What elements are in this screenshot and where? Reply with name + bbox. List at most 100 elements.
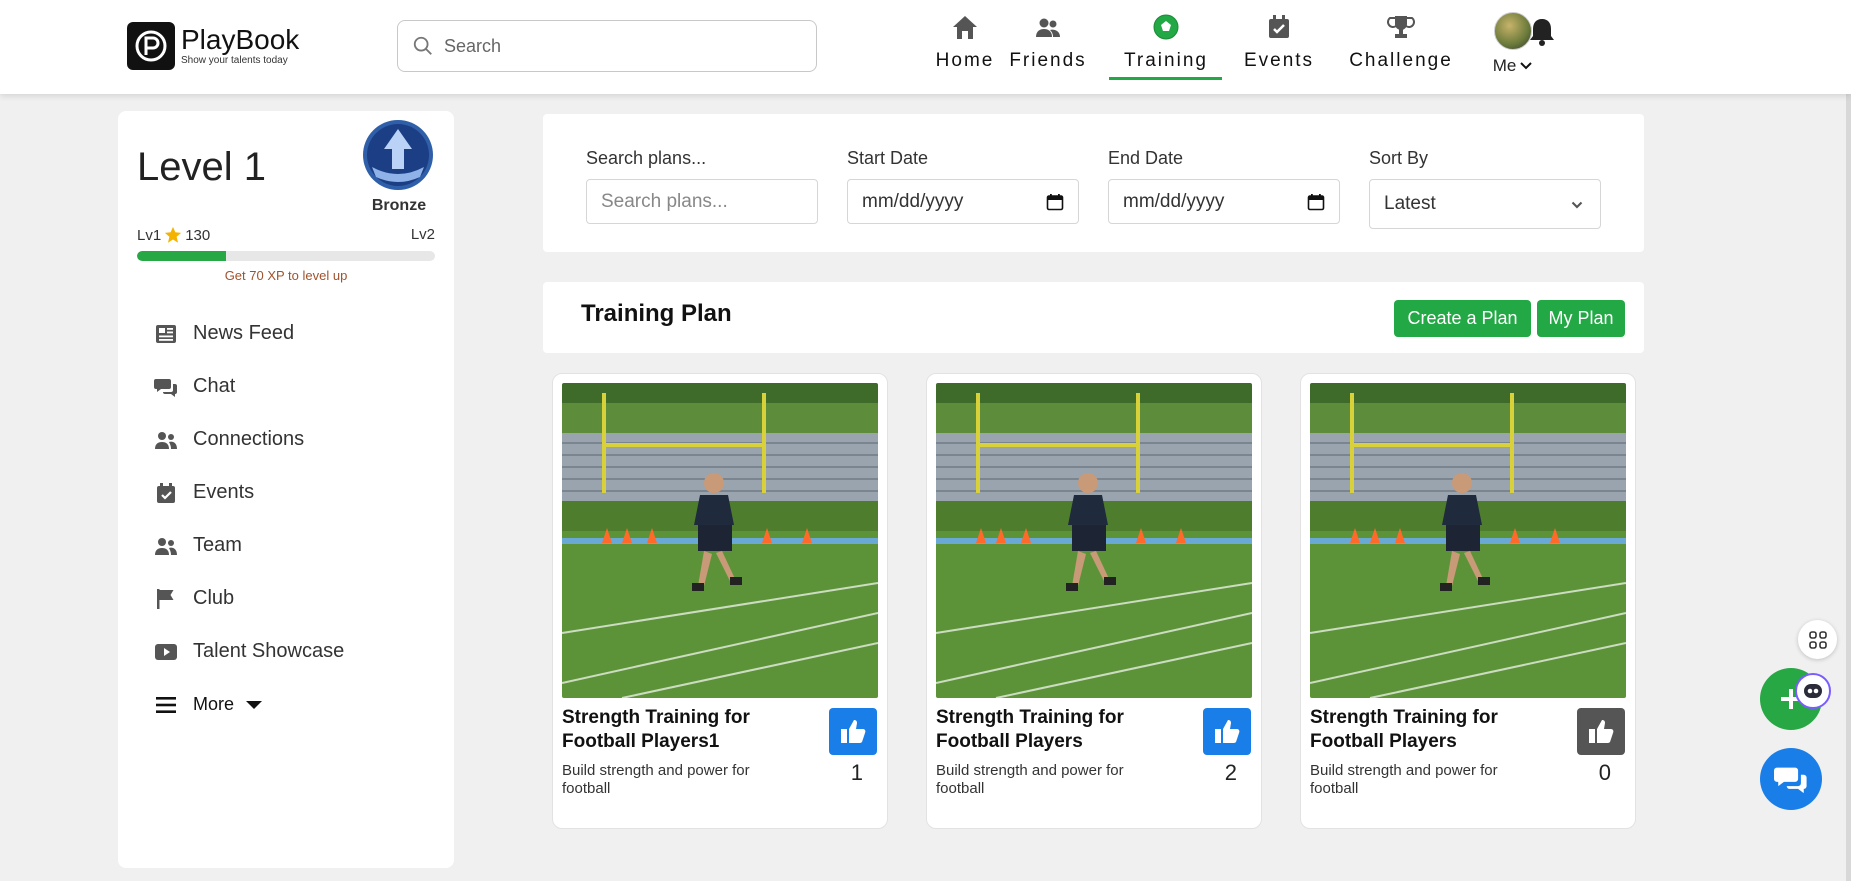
training-card-image[interactable] (562, 383, 878, 698)
global-search[interactable] (397, 20, 817, 72)
badge-label: Bronze (371, 197, 427, 214)
nav-events[interactable]: Events (1240, 12, 1318, 82)
grid-icon (1808, 630, 1827, 649)
card-description: Build strength and power for football (1310, 762, 1498, 797)
training-card-image[interactable] (936, 383, 1252, 698)
chat-bubbles-icon (1774, 767, 1807, 794)
card-description: Build strength and power for football (562, 762, 750, 797)
bot-icon (1804, 684, 1822, 698)
nav-events-label: Events (1243, 50, 1315, 71)
chat-icon (154, 378, 177, 397)
end-date-input[interactable]: mm/dd/yyyy (1108, 179, 1340, 224)
training-card-image[interactable] (1310, 383, 1626, 698)
top-header: PlayBook Show your talents today Home Fr… (0, 0, 1851, 94)
calendar-check-icon (157, 482, 175, 503)
sidebar-item-label: Club (193, 587, 235, 609)
card-title[interactable]: Strength Training for Football Players (1310, 706, 1560, 754)
sidebar-item-label: Team (193, 534, 242, 556)
home-icon (953, 16, 977, 39)
chevron-down-icon (1520, 62, 1533, 70)
bronze-badge-icon (363, 120, 433, 190)
left-sidebar: Level 1 Bronze Lv1 130 Lv2 Get 70 XP to … (118, 111, 454, 868)
trophy-icon (1387, 16, 1415, 38)
friends-icon (1036, 18, 1060, 37)
like-count: 0 (1598, 760, 1611, 785)
sidebar-item-connections[interactable]: Connections (154, 413, 344, 466)
me-label: Me (1492, 56, 1517, 75)
training-card[interactable]: Strength Training for Football Players B… (1300, 373, 1636, 829)
create-plan-button[interactable]: Create a Plan (1394, 300, 1531, 337)
team-icon (155, 537, 177, 555)
sidebar-menu: News Feed Chat Connections Events Team C… (154, 307, 344, 731)
nav-training-label: Training (1124, 50, 1208, 71)
sidebar-item-label: Talent Showcase (193, 640, 345, 662)
like-count: 2 (1224, 760, 1237, 785)
card-title[interactable]: Strength Training for Football Players (936, 706, 1186, 754)
xp-value: 130 (185, 226, 211, 244)
search-icon (413, 36, 432, 55)
logo-mark-icon (127, 22, 175, 70)
bell-icon[interactable] (1527, 16, 1557, 48)
calendar-picker-icon[interactable] (1046, 193, 1064, 211)
active-tab-indicator (1109, 77, 1222, 80)
hamburger-icon (156, 696, 176, 713)
page-scrollbar[interactable] (1846, 0, 1851, 881)
sidebar-item-chat[interactable]: Chat (154, 360, 344, 413)
card-description: Build strength and power for football (936, 762, 1124, 797)
my-plan-button[interactable]: My Plan (1537, 300, 1625, 337)
xp-progress-fill (137, 251, 227, 261)
flag-icon (157, 588, 174, 609)
sidebar-item-talent-showcase[interactable]: Talent Showcase (154, 625, 344, 678)
end-date-label: End Date (1108, 148, 1184, 168)
search-input[interactable] (444, 35, 804, 57)
training-card[interactable]: Strength Training for Football Players B… (926, 373, 1262, 829)
calendar-picker-icon[interactable] (1307, 193, 1325, 211)
start-date-label: Start Date (847, 148, 929, 168)
filter-sort: Sort By Latest (1369, 148, 1601, 229)
training-card[interactable]: Strength Training for Football Players1 … (552, 373, 888, 829)
sidebar-item-events[interactable]: Events (154, 466, 344, 519)
xp-note: Get 70 XP to level up (224, 268, 348, 283)
runner-photo (1310, 383, 1626, 698)
sidebar-item-news-feed[interactable]: News Feed (154, 307, 344, 360)
nav-friends[interactable]: Friends (1006, 12, 1090, 82)
sort-by-select[interactable]: Latest (1369, 179, 1601, 229)
next-level: Lv2 (410, 226, 435, 243)
like-button[interactable] (1203, 708, 1251, 755)
thumbs-up-icon (841, 719, 866, 743)
filter-search: Search plans... Search plans... (586, 148, 818, 224)
runner-photo (562, 383, 878, 698)
nav-training[interactable]: Training (1110, 12, 1222, 82)
filter-end-date: End Date mm/dd/yyyy (1108, 148, 1340, 224)
sort-by-label: Sort By (1369, 148, 1429, 168)
assistant-bot-button[interactable] (1795, 673, 1831, 709)
caret-down-icon (246, 700, 263, 709)
start-date-input[interactable]: mm/dd/yyyy (847, 179, 1079, 224)
sidebar-item-team[interactable]: Team (154, 519, 344, 572)
like-button[interactable] (1577, 708, 1625, 755)
apps-grid-button[interactable] (1798, 620, 1837, 659)
training-plan-title: Training Plan (581, 300, 732, 327)
search-plans-input[interactable]: Search plans... (586, 179, 818, 224)
nav-challenge[interactable]: Challenge (1342, 12, 1460, 82)
logo-tagline: Show your talents today (181, 55, 288, 66)
chat-fab-button[interactable] (1760, 748, 1822, 810)
nav-home[interactable]: Home (915, 12, 1015, 82)
thumbs-up-icon (1589, 719, 1614, 743)
sidebar-item-club[interactable]: Club (154, 572, 344, 625)
filter-search-label: Search plans... (586, 148, 707, 168)
me-dropdown[interactable]: Me (1493, 56, 1534, 76)
star-icon (165, 226, 182, 243)
more-label: More (193, 694, 235, 714)
end-date-value: mm/dd/yyyy (1123, 190, 1225, 212)
filter-start-date: Start Date mm/dd/yyyy (847, 148, 1079, 224)
training-plan-header: Training Plan Create a Plan My Plan (543, 282, 1644, 353)
nav-challenge-label: Challenge (1349, 50, 1453, 71)
users-icon (155, 431, 177, 449)
nav-friends-label: Friends (1009, 50, 1087, 71)
sidebar-item-label: Events (193, 481, 255, 503)
sidebar-more-menu[interactable]: More (154, 678, 344, 731)
playbook-logo[interactable]: PlayBook Show your talents today (127, 22, 299, 70)
card-title[interactable]: Strength Training for Football Players1 (562, 706, 812, 754)
like-button[interactable] (829, 708, 877, 755)
